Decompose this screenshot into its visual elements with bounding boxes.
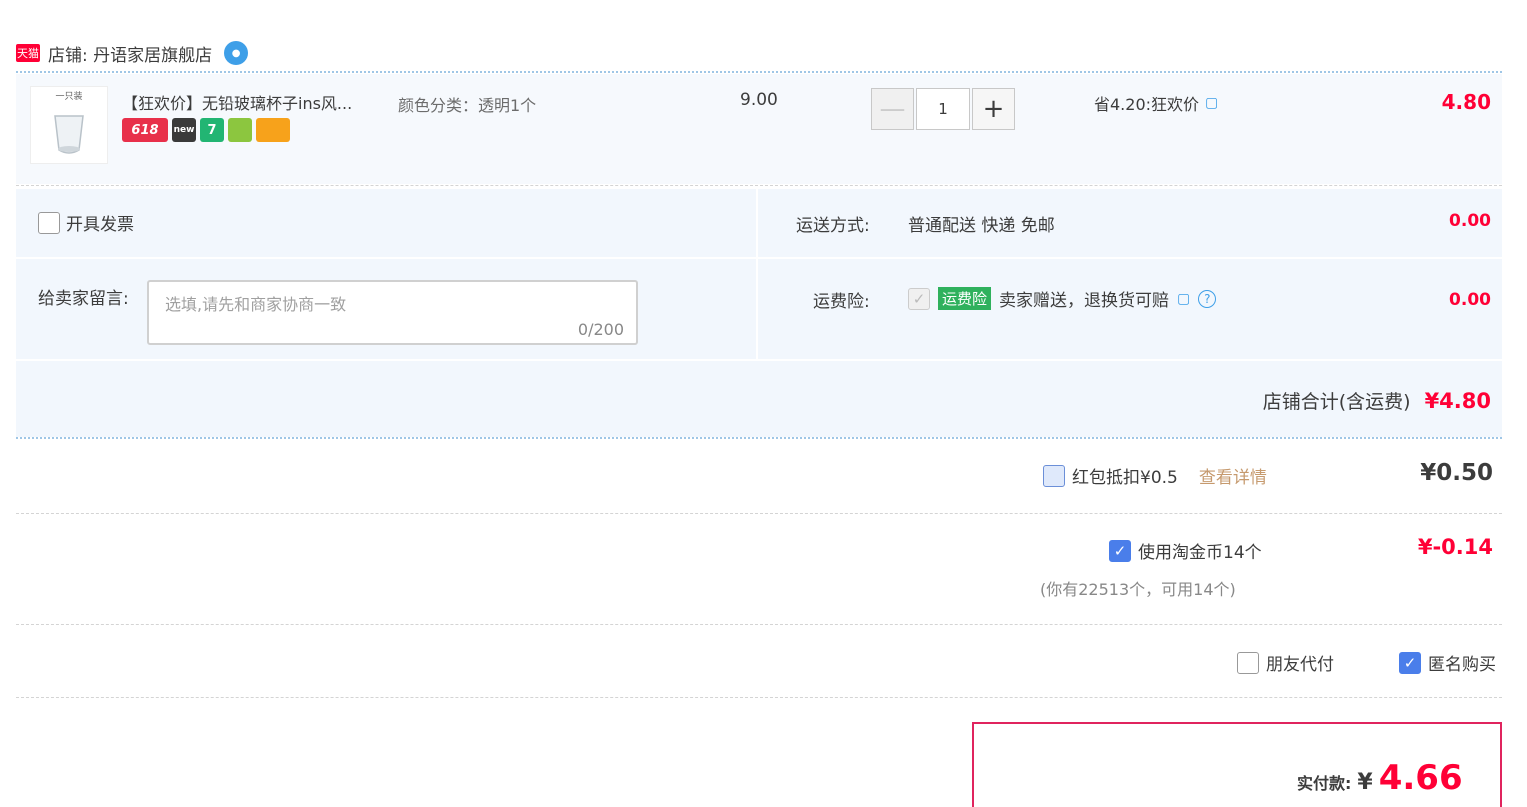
coins-value: ¥-0.14 bbox=[1417, 535, 1493, 559]
decrease-quantity-button[interactable]: — bbox=[871, 88, 914, 130]
badge-7day-return-icon: 7 bbox=[200, 118, 224, 142]
increase-quantity-button[interactable]: + bbox=[972, 88, 1015, 130]
product-badges: 618 new 7 bbox=[122, 118, 290, 142]
message-char-counter: 0/200 bbox=[577, 320, 624, 339]
product-spec: 颜色分类：透明1个 bbox=[398, 96, 537, 115]
quantity-stepper: — 1 + bbox=[871, 88, 1015, 130]
friend-pay-label: 朋友代付 bbox=[1266, 655, 1334, 675]
comment-icon[interactable]: ▢ bbox=[1205, 95, 1218, 111]
shipping-method[interactable]: 普通配送 快递 免邮 bbox=[908, 211, 1055, 236]
coins-checkbox[interactable]: ✓ bbox=[1109, 539, 1131, 562]
invoice-label: 开具发票 bbox=[66, 215, 134, 235]
tmall-icon: 天猫 bbox=[16, 44, 40, 62]
unit-price: 9.00 bbox=[740, 90, 778, 110]
anonymous-label: 匿名购买 bbox=[1428, 655, 1496, 675]
redpacket-label: 红包抵扣¥0.5 bbox=[1072, 468, 1178, 488]
divider bbox=[16, 71, 1502, 73]
seller-message-input[interactable]: 选填,请先和商家协商一致 0/200 bbox=[147, 280, 638, 345]
friend-pay-checkbox[interactable] bbox=[1237, 651, 1259, 674]
final-currency: ¥ bbox=[1357, 770, 1373, 795]
badge-618-icon: 618 bbox=[122, 118, 168, 142]
final-payment: 实付款: ¥ 4.66 bbox=[1297, 758, 1463, 798]
badge-card-icon bbox=[256, 118, 290, 142]
shop-name[interactable]: 店铺: 丹语家居旗舰店 bbox=[48, 41, 212, 66]
quantity-input[interactable]: 1 bbox=[916, 88, 970, 130]
badge-new-icon: new bbox=[172, 118, 196, 142]
invoice-option[interactable]: 开具发票 bbox=[38, 210, 134, 235]
badge-shield-icon bbox=[228, 118, 252, 142]
anonymous-checkbox[interactable]: ✓ bbox=[1399, 651, 1421, 674]
friend-pay-option[interactable]: 朋友代付 bbox=[1237, 650, 1334, 675]
message-placeholder: 选填,请先和商家协商一致 bbox=[165, 295, 347, 314]
insurance-option: ✓ 运费险 卖家赠送，退换货可赔 ▢ ? bbox=[908, 286, 1217, 311]
divider bbox=[16, 437, 1502, 439]
coins-option[interactable]: ✓ 使用淘金币14个 bbox=[1109, 538, 1262, 563]
final-payment-value: 4.66 bbox=[1378, 758, 1463, 798]
insurance-label: 运费险: bbox=[813, 292, 870, 312]
promotion-text: 省4.20:狂欢价 bbox=[1094, 95, 1200, 114]
promotion-info: 省4.20:狂欢价 ▢ bbox=[1094, 91, 1218, 115]
shipping-price: 0.00 bbox=[1449, 211, 1491, 231]
item-subtotal: 4.80 bbox=[1441, 90, 1491, 114]
divider bbox=[16, 697, 1502, 698]
insurance-price: 0.00 bbox=[1449, 290, 1491, 310]
invoice-checkbox[interactable] bbox=[38, 211, 60, 234]
glass-cup-image bbox=[54, 115, 84, 154]
shop-total-value: ¥4.80 bbox=[1424, 389, 1491, 413]
help-icon[interactable]: ? bbox=[1198, 289, 1217, 308]
redpacket-option[interactable]: 红包抵扣¥0.5 查看详情 bbox=[1043, 463, 1267, 488]
shipping-label: 运送方式: bbox=[796, 216, 870, 236]
divider bbox=[16, 513, 1502, 514]
product-thumbnail[interactable]: 一只装 bbox=[30, 86, 108, 164]
shop-total: 店铺合计(含运费) ¥4.80 bbox=[1263, 387, 1491, 414]
divider bbox=[16, 185, 1502, 186]
anonymous-option[interactable]: ✓ 匿名购买 bbox=[1399, 650, 1496, 675]
wangwang-chat-icon[interactable]: ● bbox=[224, 41, 249, 65]
redpacket-details-link[interactable]: 查看详情 bbox=[1199, 463, 1267, 488]
product-title[interactable]: 【狂欢价】无铅玻璃杯子ins风... bbox=[122, 90, 352, 114]
coins-note: (你有22513个，可用14个) bbox=[1040, 580, 1236, 599]
insurance-tag: 运费险 bbox=[938, 287, 992, 310]
final-payment-label: 实付款: bbox=[1297, 774, 1352, 793]
coins-label: 使用淘金币14个 bbox=[1138, 543, 1262, 563]
shop-total-label: 店铺合计(含运费) bbox=[1262, 391, 1411, 413]
redpacket-checkbox[interactable] bbox=[1043, 464, 1065, 487]
insurance-checkbox: ✓ bbox=[908, 287, 930, 310]
comment-icon[interactable]: ▢ bbox=[1177, 291, 1190, 307]
redpacket-value: ¥0.50 bbox=[1420, 460, 1493, 486]
message-label: 给卖家留言: bbox=[38, 289, 129, 309]
shop-header: 天猫 店铺: 丹语家居旗舰店 ● bbox=[16, 36, 249, 70]
insurance-desc: 卖家赠送，退换货可赔 bbox=[999, 291, 1170, 311]
divider bbox=[16, 624, 1502, 625]
